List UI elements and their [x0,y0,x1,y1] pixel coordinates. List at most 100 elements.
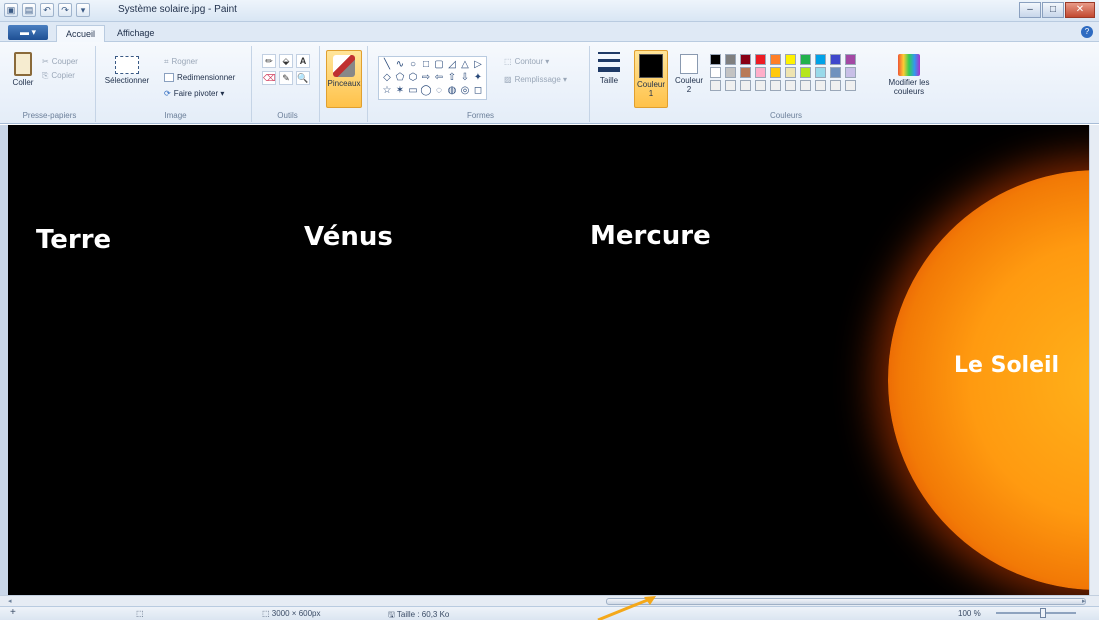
shape-option-15[interactable]: ✦ [472,72,484,84]
cut-button[interactable]: ✂ Couper [42,56,78,67]
palette-swatch-29[interactable] [845,80,856,91]
palette-swatch-1[interactable] [725,54,736,65]
shape-option-18[interactable]: ▭ [407,85,419,97]
save-icon[interactable]: ▤ [22,3,36,17]
fill-bucket-icon[interactable]: ⬙ [279,54,293,68]
shape-option-17[interactable]: ✶ [394,85,406,97]
palette-swatch-20[interactable] [710,80,721,91]
palette-swatch-27[interactable] [815,80,826,91]
file-menu-button[interactable]: ▬ ▾ [8,25,48,40]
horizontal-scrollbar[interactable]: ◂ ▸ [0,595,1099,606]
palette-swatch-12[interactable] [740,67,751,78]
brushes-button[interactable]: Pinceaux [326,50,362,108]
help-icon[interactable]: ? [1081,26,1093,38]
resize-button[interactable]: Redimensionner [164,72,235,83]
scroll-left-icon[interactable]: ◂ [8,597,12,605]
rotate-button[interactable]: ⟳ Faire pivoter ▾ [164,88,224,99]
ribbon-tabs: ▬ ▾ Accueil Affichage ? [0,22,1099,42]
shape-option-7[interactable]: ▷ [472,59,484,71]
pencil-icon[interactable]: ✏ [262,54,276,68]
shape-option-10[interactable]: ⬡ [407,72,419,84]
palette-swatch-9[interactable] [845,54,856,65]
shape-option-22[interactable]: ◎ [459,85,471,97]
scroll-right-icon[interactable]: ▸ [1082,597,1086,605]
palette-swatch-8[interactable] [830,54,841,65]
palette-swatch-25[interactable] [785,80,796,91]
shape-option-12[interactable]: ⇦ [433,72,445,84]
palette-swatch-21[interactable] [725,80,736,91]
palette-swatch-0[interactable] [710,54,721,65]
drawing-canvas[interactable]: Terre Vénus Mercure Le Soleil [8,125,1089,595]
palette-swatch-22[interactable] [740,80,751,91]
zoom-slider[interactable] [996,612,1076,614]
horizontal-scroll-thumb[interactable] [606,598,1086,605]
palette-swatch-4[interactable] [770,54,781,65]
shape-option-21[interactable]: ◍ [446,85,458,97]
palette-swatch-26[interactable] [800,80,811,91]
palette-swatch-17[interactable] [815,67,826,78]
palette-swatch-18[interactable] [830,67,841,78]
tab-affichage[interactable]: Affichage [108,25,163,42]
shape-option-13[interactable]: ⇧ [446,72,458,84]
shape-option-2[interactable]: ○ [407,59,419,71]
magnifier-icon[interactable]: 🔍 [296,71,310,85]
select-button[interactable]: Sélectionner [102,56,152,85]
text-tool-icon[interactable]: A [296,54,310,68]
cut-label: Couper [51,57,78,66]
size-button[interactable]: Taille [594,52,624,85]
shape-option-6[interactable]: △ [459,59,471,71]
palette-swatch-23[interactable] [755,80,766,91]
palette-swatch-3[interactable] [755,54,766,65]
palette-swatch-2[interactable] [740,54,751,65]
shape-option-8[interactable]: ◇ [381,72,393,84]
color1-button[interactable]: Couleur 1 [634,50,668,108]
palette-swatch-5[interactable] [785,54,796,65]
shape-option-5[interactable]: ◿ [446,59,458,71]
qat-dropdown-icon[interactable]: ▾ [76,3,90,17]
palette-swatch-19[interactable] [845,67,856,78]
shape-option-23[interactable]: ◻ [472,85,484,97]
maximize-button[interactable]: □ [1042,2,1064,18]
minimize-button[interactable]: – [1019,2,1041,18]
eraser-icon[interactable]: ⌫ [262,71,276,85]
color2-button[interactable]: Couleur 2 [672,54,706,94]
copy-button[interactable]: ⎘ Copier [42,70,75,81]
vertical-scrollbar[interactable] [1089,125,1099,595]
outline-button[interactable]: ⬚ Contour ▾ [504,56,549,67]
paint-icon[interactable]: ▣ [4,3,18,17]
palette-swatch-14[interactable] [770,67,781,78]
shape-option-3[interactable]: □ [420,59,432,71]
zoom-slider-thumb[interactable] [1040,608,1046,618]
redo-icon[interactable]: ↷ [58,3,72,17]
size-label: Taille [599,76,619,85]
palette-swatch-16[interactable] [800,67,811,78]
line-width-icon [598,52,620,74]
shape-option-16[interactable]: ☆ [381,85,393,97]
palette-swatch-28[interactable] [830,80,841,91]
palette-swatch-6[interactable] [800,54,811,65]
palette-swatch-24[interactable] [770,80,781,91]
edit-colors-button[interactable]: Modifier les couleurs [886,54,932,96]
shape-option-11[interactable]: ⇨ [420,72,432,84]
tab-accueil[interactable]: Accueil [56,25,106,42]
close-button[interactable]: ✕ [1065,2,1095,18]
paint-window: ▣ ▤ ↶ ↷ ▾ Système solaire.jpg - Paint – … [0,0,1099,620]
paste-button[interactable]: Coller [8,52,38,87]
color-picker-icon[interactable]: ✎ [279,71,293,85]
palette-swatch-11[interactable] [725,67,736,78]
palette-swatch-13[interactable] [755,67,766,78]
palette-swatch-15[interactable] [785,67,796,78]
palette-swatch-7[interactable] [815,54,826,65]
fill-button[interactable]: ▨ Remplissage ▾ [504,74,567,85]
undo-icon[interactable]: ↶ [40,3,54,17]
rainbow-palette-icon [898,54,920,76]
shape-option-14[interactable]: ⇩ [459,72,471,84]
shape-option-0[interactable]: ╲ [381,59,393,71]
shape-option-19[interactable]: ◯ [420,85,432,97]
palette-swatch-10[interactable] [710,67,721,78]
shape-option-20[interactable]: ◌ [433,85,445,97]
crop-button[interactable]: ⌗ Rogner [164,56,198,67]
shape-option-9[interactable]: ⬠ [394,72,406,84]
shape-option-1[interactable]: ∿ [394,59,406,71]
shape-option-4[interactable]: ▢ [433,59,445,71]
